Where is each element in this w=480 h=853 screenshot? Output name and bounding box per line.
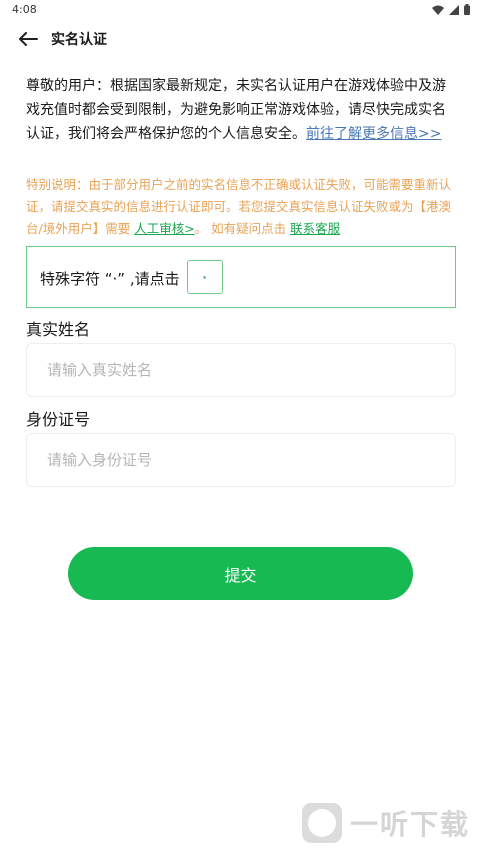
back-button[interactable] xyxy=(14,26,42,52)
name-label: 真实姓名 xyxy=(26,320,91,339)
status-icons xyxy=(432,4,470,15)
name-input[interactable] xyxy=(26,343,456,397)
special-char-label: 特殊字符 “·” ,请点击 xyxy=(40,270,180,288)
wifi-icon xyxy=(432,5,444,15)
app-bar: 实名认证 xyxy=(0,20,480,58)
learn-more-link[interactable]: 前往了解更多信息>> xyxy=(306,126,441,142)
manual-review-link[interactable]: 人工审核> xyxy=(134,221,194,236)
special-notice-block: 特别说明：由于部分用户之前的实名信息不正确或认证失败，可能需要重新认证，请提交真… xyxy=(26,174,456,240)
battery-icon xyxy=(464,4,470,15)
signal-icon xyxy=(449,4,459,15)
notice-text-block: 尊敬的用户：根据国家最新规定，未实名认证用户在游戏体验中及游戏充值时都会受到限制… xyxy=(26,74,456,146)
id-label: 身份证号 xyxy=(26,410,91,429)
status-time: 4:08 xyxy=(12,3,37,16)
special-char-box: 特殊字符 “·” ,请点击 · xyxy=(26,246,456,308)
submit-button[interactable]: 提交 xyxy=(68,547,413,600)
contact-service-link[interactable]: 联系客服 xyxy=(290,221,340,236)
page-title: 实名认证 xyxy=(51,32,107,48)
watermark-logo-mark xyxy=(307,809,336,837)
status-bar: 4:08 xyxy=(0,0,480,20)
watermark-text: 一听下载 xyxy=(349,808,470,841)
arrow-left-icon xyxy=(19,32,38,46)
special-notice-mid-text: 。 如有疑问点击 xyxy=(194,221,287,236)
insert-dot-button[interactable]: · xyxy=(187,260,223,294)
watermark-logo xyxy=(301,803,342,843)
id-number-input[interactable] xyxy=(26,433,456,487)
watermark: 一听下载 xyxy=(301,803,470,843)
